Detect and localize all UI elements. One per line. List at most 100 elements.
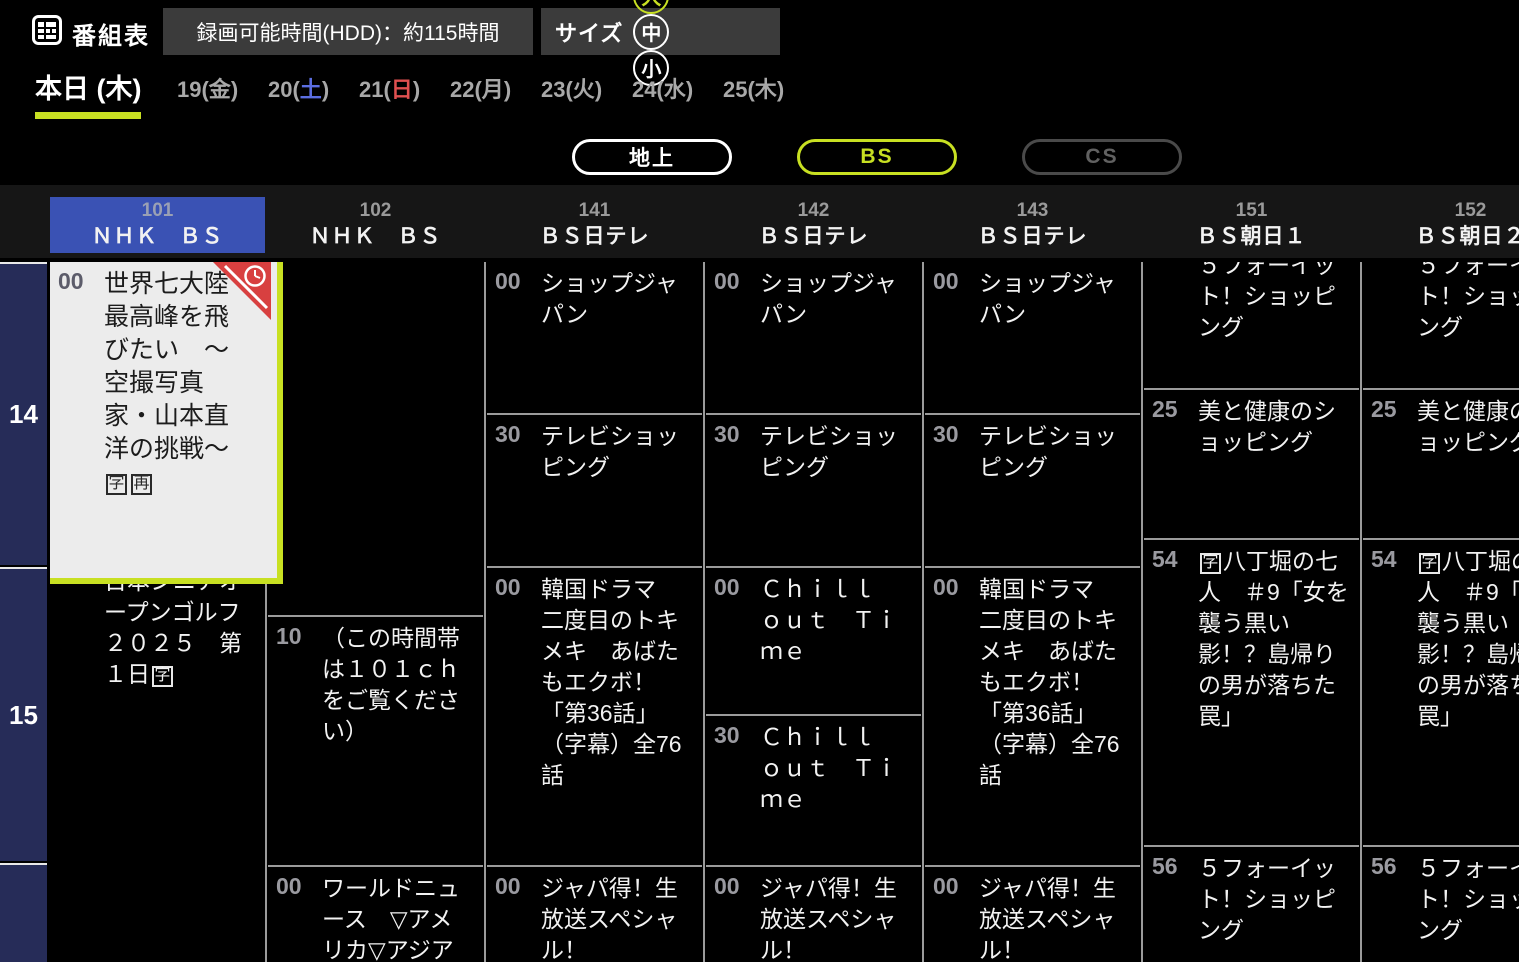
program-title: ジャパ得！生放送スペシャル！ [979,875,1116,962]
program-title: テレビショッピング [541,423,679,480]
program-title: Ｃｈｉｌｌ ｏｕｔ Ｔｉｍｅ [760,724,898,812]
program-cell-ch102-cont[interactable] [268,262,483,615]
program-title: 字八丁堀の七人 ＃9「女を襲う黒い影！？島帰りの男が落ちた罠」 [1198,548,1349,729]
program-title: テレビショッピング [979,423,1117,480]
top-bar: 番組表 録画可能時間(HDD)：約115時間 サイズ 大中小 [0,0,1519,86]
program-cell-inner: 00 韓国ドラマ 二度目のトキメキ あばたもエクボ！「第36話」（字幕）全76話 [487,568,702,865]
date-tab-21[interactable]: 21(日) [359,72,420,104]
program-cell-ch142-00[interactable]: 00 ジャパ得！生放送スペシャル！ [706,865,921,962]
program-cell-ch143-00[interactable]: 00 ショップジャパン [925,262,1140,413]
program-title: テレビショッピング [760,423,898,480]
date-tab-row: 本日 (木) 19(金) 20(土) 21(日) 22(月) 23(火) 24(水) 25(木… [0,62,1519,130]
date-tab-weekday: 火 [572,77,595,102]
channel-header-102[interactable]: 102 ＮＨＫ ＢＳ [268,197,483,253]
date-tab-weekday: 水 [663,77,686,102]
channel-header-152[interactable]: 152 ＢＳ朝日２ [1363,197,1519,253]
program-cell-ch151-cont[interactable]: ５フォーイット！ショッピング [1144,262,1359,388]
hour-label: 14 [9,399,38,429]
program-cell-inner: 25 美と健康のショッピング [1144,390,1359,538]
program-title: ５フォーイット！ショッピング [1198,855,1336,943]
program-cell-inner: 00 Ｃｈｉｌｌ ｏｕｔ Ｔｉｍｅ [706,568,921,714]
program-cell-ch143-00[interactable]: 00 韓国ドラマ 二度目のトキメキ あばたもエクボ！「第36話」（字幕）全76話 [925,566,1140,865]
program-start-minute: 25 [1152,396,1178,422]
program-cell-ch101-cont[interactable]: 日本シニアオープンゴルフ２０２５ 第１日字 [50,584,265,962]
program-start-minute: 54 [1152,546,1178,572]
channel-name: ＮＨＫ ＢＳ [91,225,224,248]
program-cell-ch142-30[interactable]: 30 Ｃｈｉｌｌ ｏｕｔ Ｔｉｍｅ [706,714,921,865]
size-option-大[interactable]: 大 [633,0,670,14]
program-cell-ch152-56[interactable]: 56 ５フォーイット！ショッピング [1363,845,1519,962]
program-cell-ch142-30[interactable]: 30 テレビショッピング [706,413,921,566]
channel-header-142[interactable]: 142 ＢＳ日テレ [706,197,921,253]
band-tab-BS[interactable]: BS [797,139,957,175]
program-cell-inner: 00 ワールドニュース ▽アメリカ▽アジア字 [268,867,483,962]
program-start-minute: 00 [58,268,84,294]
program-title: 美と健康のショッピング [1417,398,1519,455]
program-cell-ch151-25[interactable]: 25 美と健康のショッピング [1144,388,1359,538]
program-cell-inner: 30 テレビショッピング [487,415,702,566]
program-start-minute: 00 [495,574,521,600]
date-tab-24[interactable]: 24(水) [632,72,693,104]
program-cell-ch151-54[interactable]: 54 字八丁堀の七人 ＃9「女を襲う黒い影！？島帰りの男が落ちた罠」 [1144,538,1359,845]
program-cell-ch141-00[interactable]: 00 ショップジャパン [487,262,702,413]
program-cell-inner: 30 テレビショッピング [925,415,1140,566]
program-title: （この時間帯は１０１ｃｈをご覧ください） [322,625,460,744]
program-cell-ch143-00[interactable]: 00 ジャパ得！生放送スペシャル！ [925,865,1140,962]
program-cell-inner: 30 Ｃｈｉｌｌ ｏｕｔ Ｔｉｍｅ [706,716,921,865]
program-cell-ch141-30[interactable]: 30 テレビショッピング [487,413,702,566]
program-start-minute: 00 [933,268,959,294]
program-start-minute: 56 [1371,853,1397,879]
program-cell-inner: 00 ジャパ得！生放送スペシャル！ [925,867,1140,962]
program-cell-ch141-00[interactable]: 00 ジャパ得！生放送スペシャル！ [487,865,702,962]
program-cell-inner: 00 ジャパ得！生放送スペシャル！ [706,867,921,962]
program-cell-ch152-54[interactable]: 54 字八丁堀の七人 ＃9「女を襲う黒い影！？島帰りの男が落ちた罠」 [1363,538,1519,845]
channel-name: ＢＳ日テレ [977,225,1088,248]
program-start-minute: 10 [276,623,302,649]
date-tab-today[interactable]: 本日 (木) [35,67,142,119]
band-tab-地上[interactable]: 地上 [572,139,732,175]
program-title: ショップジャパン [979,270,1116,327]
date-tab-22[interactable]: 22(月) [450,72,511,104]
program-start-minute: 00 [276,873,302,899]
hour-label: 15 [9,699,38,730]
band-tab-row: 地上 BS CS [0,130,1519,185]
program-title: ５フォーイット！ショッピング [1417,262,1519,340]
channel-header-101[interactable]: 101 ＮＨＫ ＢＳ [50,197,265,253]
time-axis-hour-15: 15 [0,567,47,861]
program-title: Ｃｈｉｌｌ ｏｕｔ Ｔｉｍｅ [760,576,898,664]
program-cell-ch142-00[interactable]: 00 Ｃｈｉｌｌ ｏｕｔ Ｔｉｍｅ [706,566,921,714]
column-separator [1360,262,1362,962]
date-tab-23[interactable]: 23(火) [541,72,602,104]
program-cell-inner: 54 字八丁堀の七人 ＃9「女を襲う黒い影！？島帰りの男が落ちた罠」 [1144,540,1359,845]
epg-screen: 番組表 録画可能時間(HDD)：約115時間 サイズ 大中小 本日 (木) 19(… [0,0,1519,962]
channel-number: 152 [1454,200,1487,221]
attribute-badge-再: 再 [131,473,152,495]
program-cell-ch143-30[interactable]: 30 テレビショッピング [925,413,1140,566]
channel-header-141[interactable]: 141 ＢＳ日テレ [487,197,702,253]
program-start-minute: 30 [495,421,521,447]
program-start-minute: 25 [1371,396,1397,422]
channel-header-151[interactable]: 151 ＢＳ朝日１ [1144,197,1359,253]
channel-name: ＢＳ日テレ [539,225,650,248]
program-title: ジャパ得！生放送スペシャル！ [541,875,678,962]
program-cell-ch151-56[interactable]: 56 ５フォーイット！ショッピング [1144,845,1359,962]
program-cell-ch152-25[interactable]: 25 美と健康のショッピング [1363,388,1519,538]
band-tab-CS[interactable]: CS [1022,139,1182,175]
channel-header-143[interactable]: 143 ＢＳ日テレ [925,197,1140,253]
program-cell-ch152-cont[interactable]: ５フォーイット！ショッピング [1363,262,1519,388]
date-tab-20[interactable]: 20(土) [268,72,329,104]
size-option-中[interactable]: 中 [633,13,670,50]
program-cell-ch141-00[interactable]: 00 韓国ドラマ 二度目のトキメキ あばたもエクボ！「第36話」（字幕）全76話 [487,566,702,865]
date-tab-25[interactable]: 25(木) [723,72,784,104]
program-start-minute: 00 [933,873,959,899]
program-cell-ch102-00[interactable]: 00 ワールドニュース ▽アメリカ▽アジア字 [268,865,483,962]
attribute-badge-字: 字 [1200,552,1221,574]
program-cell-ch142-00[interactable]: 00 ショップジャパン [706,262,921,413]
program-cell-ch102-10[interactable]: 10 （この時間帯は１０１ｃｈをご覧ください） [268,615,483,865]
time-axis-hour-14: 14 [0,262,47,565]
program-start-minute: 00 [495,873,521,899]
program-title: 字八丁堀の七人 ＃9「女を襲う黒い影！？島帰りの男が落ちた罠」 [1417,548,1519,729]
program-title: ワールドニュース ▽アメリカ▽アジア字 [322,875,460,962]
program-cell-ch101-00[interactable]: 00 世界七大陸最高峰を飛びたい ～空撮写真家・山本直洋の挑戦～字再 [50,262,283,584]
date-tab-19[interactable]: 19(金) [177,72,238,104]
